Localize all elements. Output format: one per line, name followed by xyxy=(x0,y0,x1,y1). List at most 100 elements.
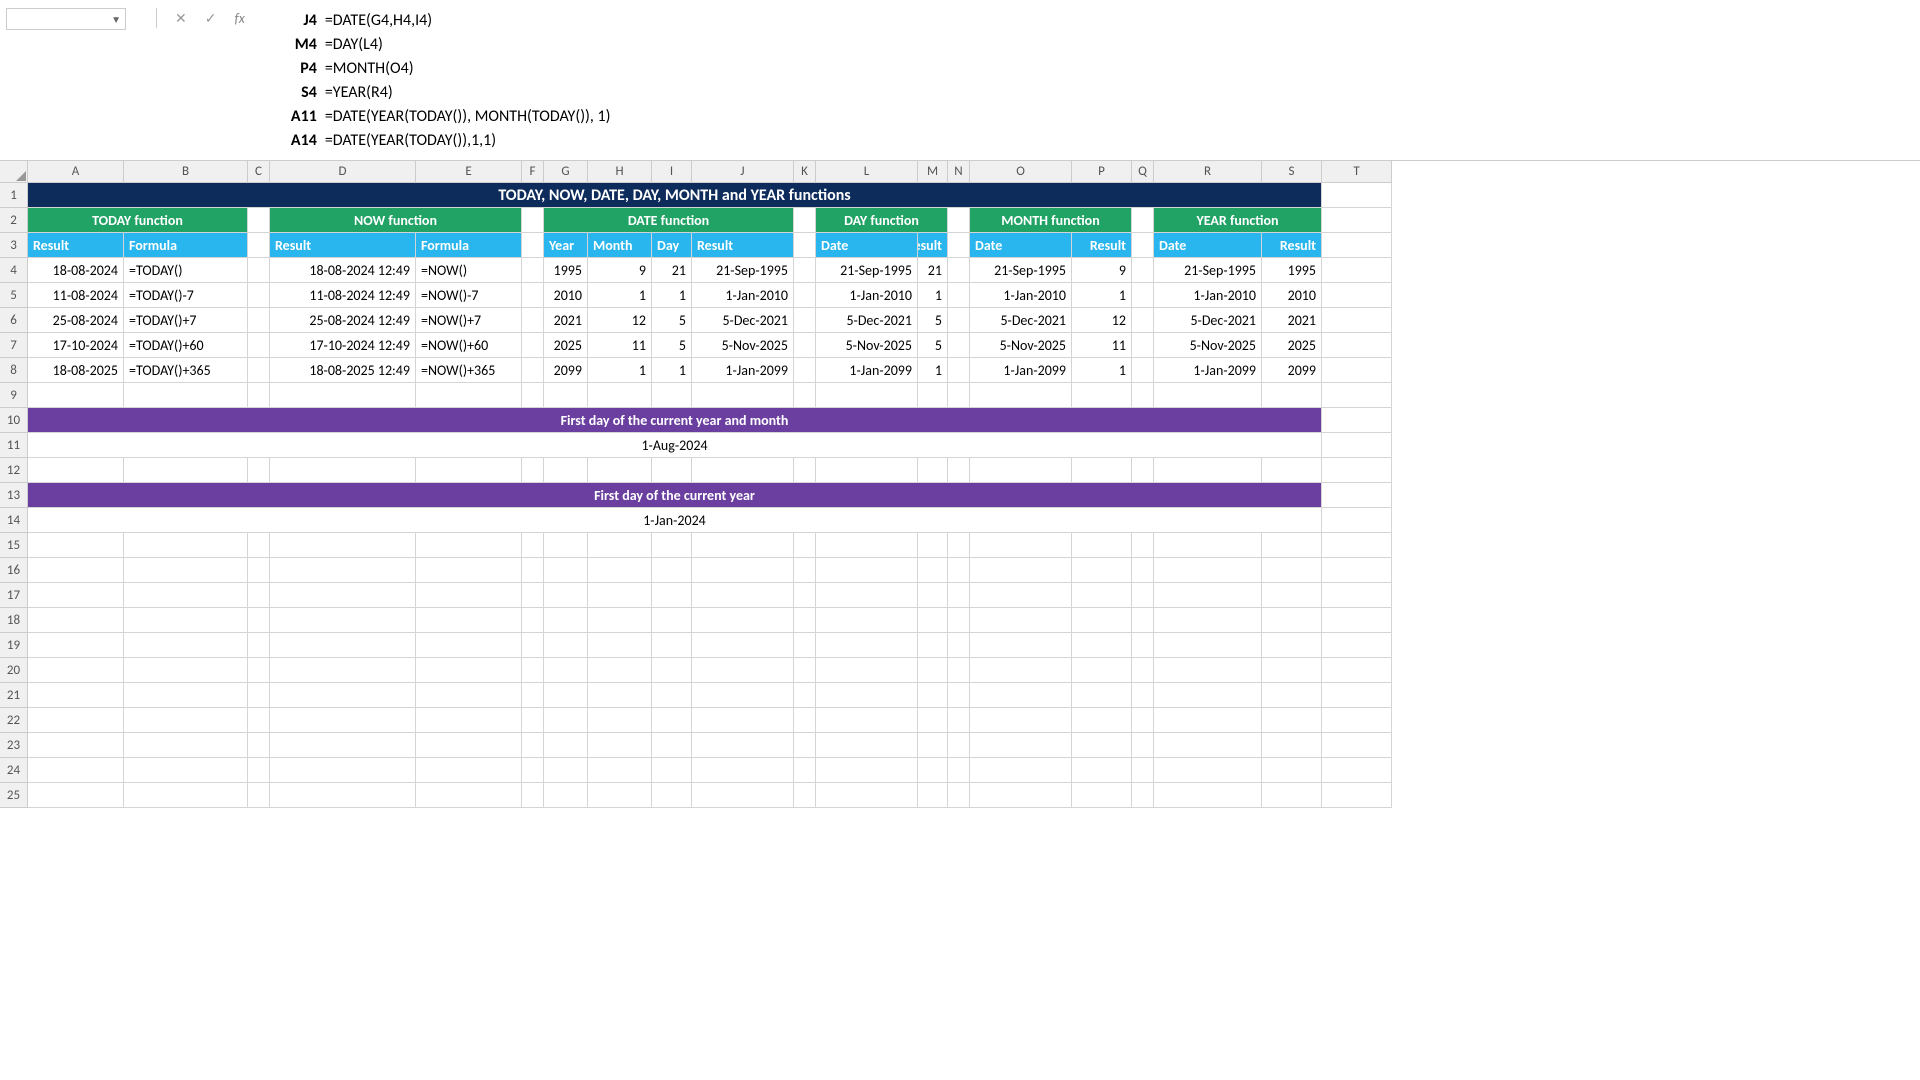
day-date[interactable]: 21-Sep-1995 xyxy=(816,258,918,283)
cell[interactable] xyxy=(948,783,970,808)
cell[interactable] xyxy=(948,633,970,658)
select-all-corner[interactable] xyxy=(0,161,28,183)
cell[interactable] xyxy=(1132,783,1154,808)
cell[interactable] xyxy=(248,258,270,283)
cell[interactable] xyxy=(1322,708,1392,733)
row-head-3[interactable]: 3 xyxy=(0,233,28,258)
cell[interactable] xyxy=(1132,383,1154,408)
cell[interactable] xyxy=(816,708,918,733)
cell[interactable] xyxy=(794,533,816,558)
cell[interactable] xyxy=(816,608,918,633)
cell[interactable] xyxy=(28,458,124,483)
cell[interactable] xyxy=(970,383,1072,408)
row-head-15[interactable]: 15 xyxy=(0,533,28,558)
cell[interactable] xyxy=(970,733,1072,758)
cell[interactable] xyxy=(588,558,652,583)
cell[interactable] xyxy=(794,458,816,483)
cell[interactable] xyxy=(416,783,522,808)
cell[interactable] xyxy=(1322,658,1392,683)
cell[interactable] xyxy=(522,633,544,658)
col-head-B[interactable]: B xyxy=(124,161,248,183)
cell[interactable] xyxy=(1322,408,1392,433)
cell[interactable] xyxy=(692,608,794,633)
today-result[interactable]: 25-08-2024 xyxy=(28,308,124,333)
cell[interactable] xyxy=(248,458,270,483)
cell[interactable] xyxy=(816,733,918,758)
cell[interactable] xyxy=(1322,258,1392,283)
col-head-J[interactable]: J xyxy=(692,161,794,183)
cell[interactable] xyxy=(1132,633,1154,658)
cell[interactable] xyxy=(948,708,970,733)
cell[interactable] xyxy=(588,783,652,808)
cell[interactable] xyxy=(522,458,544,483)
cell[interactable] xyxy=(1262,558,1322,583)
cell[interactable] xyxy=(970,683,1072,708)
date-month[interactable]: 1 xyxy=(588,283,652,308)
cell[interactable] xyxy=(522,558,544,583)
cell[interactable] xyxy=(1322,458,1392,483)
month-result[interactable]: 12 xyxy=(1072,308,1132,333)
purple-value-1[interactable]: 1-Aug-2024 xyxy=(28,433,1322,458)
col-head-A[interactable]: A xyxy=(28,161,124,183)
month-date[interactable]: 1-Jan-2010 xyxy=(970,283,1072,308)
today-result[interactable]: 11-08-2024 xyxy=(28,283,124,308)
today-formula[interactable]: =TODAY()-7 xyxy=(124,283,248,308)
cell[interactable] xyxy=(1132,708,1154,733)
row-head-4[interactable]: 4 xyxy=(0,258,28,283)
cell[interactable] xyxy=(970,458,1072,483)
cell[interactable] xyxy=(816,658,918,683)
day-result[interactable]: 5 xyxy=(918,308,948,333)
cell[interactable] xyxy=(794,358,816,383)
cell[interactable] xyxy=(1154,658,1262,683)
date-result[interactable]: 1-Jan-2099 xyxy=(692,358,794,383)
cell[interactable] xyxy=(522,683,544,708)
today-formula[interactable]: =TODAY() xyxy=(124,258,248,283)
cell[interactable] xyxy=(1322,483,1392,508)
row-head-13[interactable]: 13 xyxy=(0,483,28,508)
cell[interactable] xyxy=(948,333,970,358)
cell[interactable] xyxy=(522,608,544,633)
cell[interactable] xyxy=(1132,533,1154,558)
col-head-H[interactable]: H xyxy=(588,161,652,183)
row-head-6[interactable]: 6 xyxy=(0,308,28,333)
cell[interactable] xyxy=(1132,358,1154,383)
cell[interactable] xyxy=(1262,683,1322,708)
row-head-12[interactable]: 12 xyxy=(0,458,28,483)
row-head-2[interactable]: 2 xyxy=(0,208,28,233)
cell[interactable] xyxy=(28,608,124,633)
cell[interactable] xyxy=(28,758,124,783)
row-head-20[interactable]: 20 xyxy=(0,658,28,683)
row-head-21[interactable]: 21 xyxy=(0,683,28,708)
cell[interactable] xyxy=(816,783,918,808)
cell[interactable] xyxy=(816,633,918,658)
day-date[interactable]: 5-Nov-2025 xyxy=(816,333,918,358)
cell[interactable] xyxy=(692,383,794,408)
cell[interactable] xyxy=(270,733,416,758)
year-result[interactable]: 2010 xyxy=(1262,283,1322,308)
cell[interactable] xyxy=(652,558,692,583)
row-head-10[interactable]: 10 xyxy=(0,408,28,433)
month-date[interactable]: 21-Sep-1995 xyxy=(970,258,1072,283)
cell[interactable] xyxy=(124,683,248,708)
cell[interactable] xyxy=(794,308,816,333)
cell[interactable] xyxy=(522,533,544,558)
cell[interactable] xyxy=(416,558,522,583)
date-result[interactable]: 5-Nov-2025 xyxy=(692,333,794,358)
cell[interactable] xyxy=(1132,658,1154,683)
cell[interactable] xyxy=(248,308,270,333)
cell[interactable] xyxy=(816,533,918,558)
month-result[interactable]: 1 xyxy=(1072,283,1132,308)
cell[interactable] xyxy=(588,583,652,608)
cell[interactable] xyxy=(652,658,692,683)
cell[interactable] xyxy=(544,383,588,408)
cell[interactable] xyxy=(692,758,794,783)
cell[interactable] xyxy=(970,558,1072,583)
cell[interactable] xyxy=(522,383,544,408)
row-head-7[interactable]: 7 xyxy=(0,333,28,358)
today-formula[interactable]: =TODAY()+365 xyxy=(124,358,248,383)
cell[interactable] xyxy=(948,358,970,383)
month-result[interactable]: 1 xyxy=(1072,358,1132,383)
cell[interactable] xyxy=(692,558,794,583)
cell[interactable] xyxy=(1154,758,1262,783)
cell[interactable] xyxy=(28,658,124,683)
